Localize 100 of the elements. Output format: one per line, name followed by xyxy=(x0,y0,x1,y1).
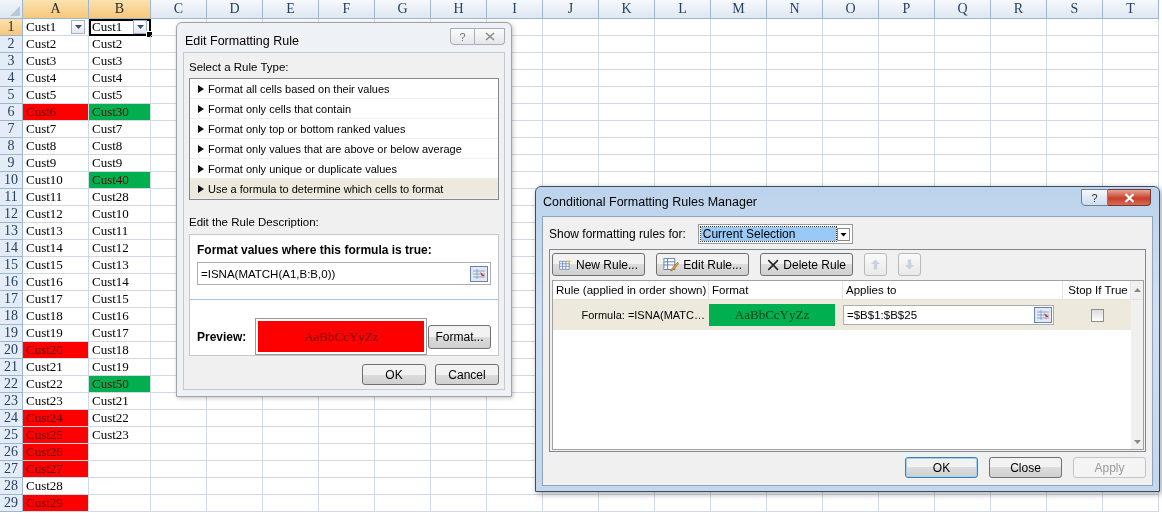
column-header[interactable]: I xyxy=(487,0,543,19)
column-header[interactable]: F xyxy=(319,0,375,19)
empty-cell[interactable] xyxy=(655,138,711,155)
empty-cell[interactable] xyxy=(599,70,655,87)
row-header[interactable]: 14 xyxy=(0,240,23,257)
empty-cell[interactable] xyxy=(879,36,935,53)
row-header[interactable]: 13 xyxy=(0,223,23,240)
column-header[interactable]: J xyxy=(543,0,599,19)
empty-cell[interactable] xyxy=(879,104,935,121)
sheet-cell[interactable]: Cust7 xyxy=(23,121,89,138)
empty-cell[interactable] xyxy=(543,53,599,70)
sheet-cell[interactable]: Cust17 xyxy=(23,291,89,308)
column-header[interactable]: M xyxy=(711,0,767,19)
dialog-button[interactable]: OK xyxy=(362,364,426,385)
sheet-cell[interactable]: Cust12 xyxy=(89,240,151,257)
column-header[interactable]: Q xyxy=(935,0,991,19)
empty-cell[interactable] xyxy=(711,53,767,70)
sheet-cell[interactable]: Cust17 xyxy=(89,325,151,342)
empty-cell[interactable] xyxy=(263,495,319,512)
empty-cell[interactable] xyxy=(207,444,263,461)
empty-cell[interactable] xyxy=(1103,155,1159,172)
sheet-cell[interactable]: Cust25 xyxy=(23,427,89,444)
empty-cell[interactable] xyxy=(375,410,431,427)
empty-cell[interactable] xyxy=(599,36,655,53)
toolbar-button[interactable]: Edit Rule... xyxy=(656,253,749,276)
empty-cell[interactable] xyxy=(767,138,823,155)
empty-cell[interactable] xyxy=(207,410,263,427)
empty-cell[interactable] xyxy=(823,87,879,104)
row-header[interactable]: 28 xyxy=(0,478,23,495)
rule-type-item[interactable]: Format only values that are above or below average xyxy=(190,139,498,159)
sheet-cell[interactable]: Cust14 xyxy=(89,274,151,291)
row-header[interactable]: 3 xyxy=(0,53,23,70)
sheet-cell[interactable]: Cust27 xyxy=(23,461,89,478)
column-header[interactable]: S xyxy=(1047,0,1103,19)
column-header[interactable]: G xyxy=(375,0,431,19)
sheet-cell[interactable]: Cust8 xyxy=(89,138,151,155)
sheet-cell[interactable]: Cust11 xyxy=(89,223,151,240)
dialog-button[interactable]: OK xyxy=(905,457,978,478)
rule-type-item[interactable]: Use a formula to determine which cells to format xyxy=(190,179,498,199)
empty-cell[interactable] xyxy=(1047,70,1103,87)
empty-cell[interactable] xyxy=(935,138,991,155)
column-header[interactable]: D xyxy=(207,0,263,19)
empty-cell[interactable] xyxy=(1047,53,1103,70)
empty-cell[interactable] xyxy=(1103,495,1159,512)
sheet-cell[interactable]: Cust16 xyxy=(23,274,89,291)
empty-cell[interactable] xyxy=(823,19,879,36)
empty-cell[interactable] xyxy=(655,495,711,512)
toolbar-button[interactable]: New Rule... xyxy=(552,253,645,276)
sheet-cell[interactable]: Cust28 xyxy=(89,189,151,206)
row-header[interactable]: 2 xyxy=(0,36,23,53)
row-header[interactable]: 5 xyxy=(0,87,23,104)
empty-cell[interactable] xyxy=(823,495,879,512)
sheet-cell[interactable]: Cust15 xyxy=(89,291,151,308)
empty-cell[interactable] xyxy=(207,427,263,444)
rule-type-item[interactable]: Format all cells based on their values xyxy=(190,79,498,99)
empty-cell[interactable] xyxy=(1047,495,1103,512)
sheet-cell[interactable]: Cust3 xyxy=(23,53,89,70)
column-header[interactable]: E xyxy=(263,0,319,19)
empty-cell[interactable] xyxy=(711,19,767,36)
empty-cell[interactable] xyxy=(543,36,599,53)
sheet-cell[interactable]: Cust1 xyxy=(23,19,89,36)
empty-cell[interactable] xyxy=(711,495,767,512)
column-header[interactable]: L xyxy=(655,0,711,19)
empty-cell[interactable] xyxy=(711,155,767,172)
empty-cell[interactable] xyxy=(1047,104,1103,121)
empty-cell[interactable] xyxy=(599,155,655,172)
empty-cell[interactable] xyxy=(375,478,431,495)
empty-cell[interactable] xyxy=(711,36,767,53)
sheet-cell[interactable]: Cust40 xyxy=(89,172,151,189)
empty-cell[interactable] xyxy=(431,410,487,427)
empty-cell[interactable] xyxy=(1103,19,1159,36)
empty-cell[interactable] xyxy=(991,87,1047,104)
range-picker-icon[interactable] xyxy=(470,265,488,282)
empty-cell[interactable] xyxy=(823,70,879,87)
row-header[interactable]: 22 xyxy=(0,376,23,393)
empty-cell[interactable] xyxy=(1047,87,1103,104)
dialog-button[interactable]: Close xyxy=(989,457,1062,478)
empty-cell[interactable] xyxy=(767,155,823,172)
empty-cell[interactable] xyxy=(543,155,599,172)
empty-cell[interactable] xyxy=(935,495,991,512)
close-button[interactable] xyxy=(1108,189,1151,206)
empty-cell[interactable] xyxy=(935,87,991,104)
empty-cell[interactable] xyxy=(151,495,207,512)
sheet-cell[interactable]: Cust23 xyxy=(89,427,151,444)
sheet-cell[interactable]: Cust7 xyxy=(89,121,151,138)
empty-cell[interactable] xyxy=(1103,104,1159,121)
empty-cell[interactable] xyxy=(207,478,263,495)
empty-cell[interactable] xyxy=(767,104,823,121)
row-header[interactable]: 11 xyxy=(0,189,23,206)
empty-cell[interactable] xyxy=(655,155,711,172)
rule-row[interactable]: Formula: =ISNA(MATC… AaBbCcYyZz =$B$1:$B$25 xyxy=(553,300,1131,330)
sheet-cell[interactable]: Cust14 xyxy=(23,240,89,257)
empty-cell[interactable] xyxy=(431,444,487,461)
sheet-cell[interactable]: Cust1 xyxy=(89,19,151,36)
show-rules-dropdown[interactable]: Current Selection xyxy=(697,224,853,244)
scroll-down-icon[interactable] xyxy=(1133,440,1141,444)
sheet-cell[interactable]: Cust12 xyxy=(23,206,89,223)
empty-cell[interactable] xyxy=(879,53,935,70)
sheet-cell[interactable]: Cust29 xyxy=(23,495,89,512)
sheet-cell[interactable]: Cust18 xyxy=(89,342,151,359)
